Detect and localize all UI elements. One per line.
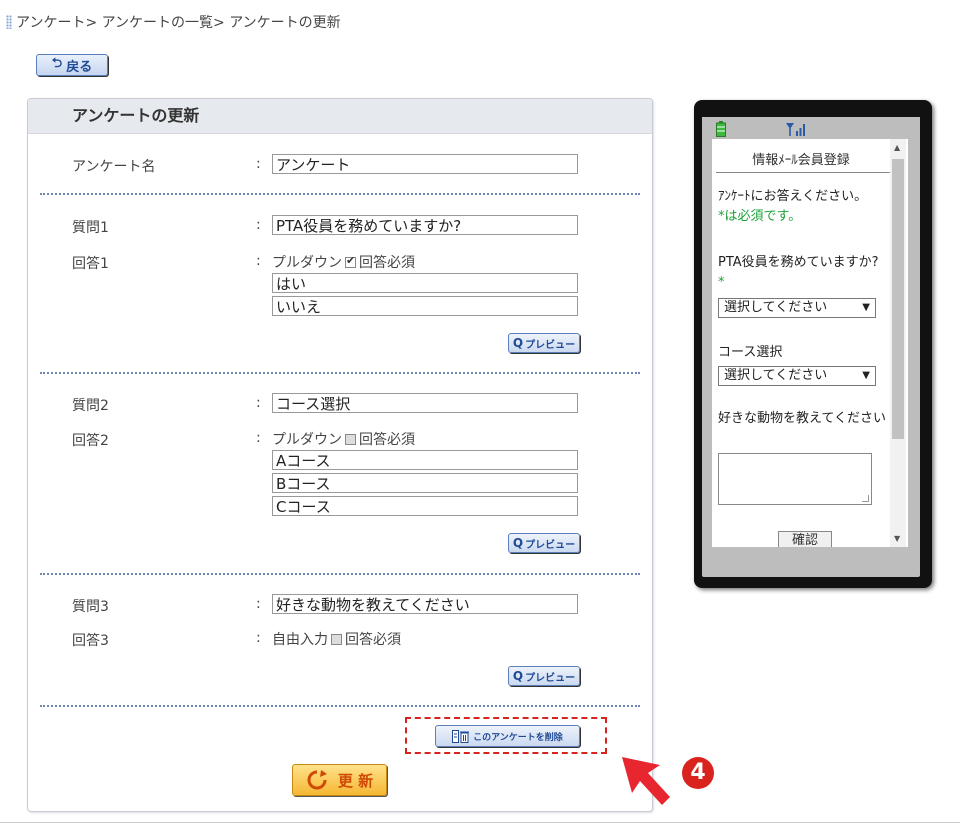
answer-2-required-label: 回答必須 (359, 432, 415, 448)
update-button[interactable]: 更 新 (292, 764, 387, 796)
colon: : (256, 630, 261, 646)
survey-name-input[interactable]: アンケート (272, 154, 578, 174)
mobile-preview: 情報ﾒｰﾙ会員登録 ｱﾝｹｰﾄにお答えください。 *は必須です。 PTA役員を務… (694, 100, 932, 588)
answer-2-type-row: プルダウン 回答必須 (272, 429, 415, 449)
scroll-thumb[interactable] (892, 159, 904, 439)
phone-select-1[interactable]: 選択してください ▼ (718, 298, 876, 318)
colon: : (256, 156, 261, 172)
phone-question-1: PTA役員を務めていますか? * (718, 253, 888, 293)
divider (40, 573, 640, 575)
answer-1-type-row: プルダウン 回答必須 (272, 252, 415, 272)
answer-2-label: 回答2 (72, 433, 109, 449)
phone-form-title: 情報ﾒｰﾙ会員登録 (752, 153, 850, 168)
answer-2-option-1[interactable]: Aコース (272, 450, 578, 470)
delete-highlight-frame: このアンケートを削除 (405, 717, 607, 754)
answer-1-label: 回答1 (72, 256, 109, 272)
phone-question-2: コース選択 (718, 345, 783, 360)
step-number-badge: 4 (682, 757, 714, 789)
answer-1-option-2[interactable]: いいえ (272, 296, 578, 316)
answer-3-label: 回答3 (72, 633, 109, 649)
trash-icon (452, 729, 470, 743)
answer-3-required-checkbox[interactable] (331, 633, 342, 645)
answer-1-type: プルダウン (272, 255, 342, 271)
answer-3-type-row: 自由入力 回答必須 (272, 629, 401, 649)
breadcrumb: アンケート> アンケートの一覧> アンケートの更新 (6, 12, 341, 32)
phone-select-1-value: 選択してください (724, 300, 828, 315)
phone-confirm-button[interactable]: 確認 (778, 531, 832, 547)
question-1-input[interactable]: PTA役員を務めていますか? (272, 215, 578, 235)
phone-screen-frame: 情報ﾒｰﾙ会員登録 ｱﾝｹｰﾄにお答えください。 *は必須です。 PTA役員を務… (702, 117, 920, 577)
breadcrumb-text[interactable]: アンケート> アンケートの一覧> アンケートの更新 (16, 12, 341, 32)
answer-1-required-checkbox[interactable] (345, 254, 356, 268)
phone-intro: ｱﾝｹｰﾄにお答えください。 (718, 189, 868, 204)
dropdown-caret-icon: ▼ (862, 370, 870, 381)
phone-required-mark: * (718, 275, 725, 290)
magnifier-icon: Q (512, 669, 524, 683)
colon: : (256, 596, 261, 612)
panel-title: アンケートの更新 (28, 99, 652, 134)
signal-icon (786, 123, 805, 136)
divider (40, 705, 640, 707)
phone-select-2-value: 選択してください (724, 368, 828, 383)
survey-name-label: アンケート名 (72, 159, 156, 175)
phone-select-2[interactable]: 選択してください ▼ (718, 366, 876, 386)
breadcrumb-grip-icon (6, 15, 12, 29)
question-2-label: 質問2 (72, 398, 109, 414)
divider (40, 372, 640, 374)
colon: : (256, 395, 261, 411)
phone-question-3: 好きな動物を教えてください (718, 411, 886, 426)
preview-button-label: プレビュー (525, 539, 576, 551)
colon: : (256, 253, 261, 269)
delete-survey-button[interactable]: このアンケートを削除 (435, 725, 580, 747)
answer-3-type: 自由入力 (272, 632, 328, 648)
question-1-label: 質問1 (72, 220, 109, 236)
answer-2-option-2[interactable]: Bコース (272, 473, 578, 493)
answer-2-option-3[interactable]: Cコース (272, 496, 578, 516)
answer-3-required-label: 回答必須 (345, 632, 401, 648)
update-button-label: 更 新 (337, 771, 374, 790)
phone-divider (716, 172, 890, 173)
divider (40, 193, 640, 195)
preview-button-label: プレビュー (525, 339, 576, 351)
callout-arrow-icon (622, 757, 670, 805)
phone-scrollbar[interactable]: ▲ ▼ (890, 139, 906, 547)
preview-button-3[interactable]: Q プレビュー (508, 666, 580, 686)
phone-screen: 情報ﾒｰﾙ会員登録 ｱﾝｹｰﾄにお答えください。 *は必須です。 PTA役員を務… (712, 139, 908, 547)
scroll-up-icon[interactable]: ▲ (894, 143, 900, 152)
preview-button-2[interactable]: Q プレビュー (508, 533, 580, 553)
phone-question-1-text: PTA役員を務めていますか? (718, 255, 879, 270)
back-arrow-icon: ⮌ (51, 56, 63, 71)
delete-survey-label: このアンケートを削除 (473, 732, 563, 743)
answer-2-type: プルダウン (272, 432, 342, 448)
battery-icon (716, 121, 726, 137)
preview-button-1[interactable]: Q プレビュー (508, 333, 580, 353)
answer-2-required-checkbox[interactable] (345, 433, 356, 445)
dropdown-caret-icon: ▼ (862, 302, 870, 313)
magnifier-icon: Q (512, 336, 524, 350)
back-button[interactable]: ⮌ 戻る (36, 54, 108, 76)
preview-button-label: プレビュー (525, 672, 576, 684)
magnifier-icon: Q (512, 536, 524, 550)
status-bar (702, 117, 920, 139)
question-3-label: 質問3 (72, 599, 109, 615)
answer-1-option-1[interactable]: はい (272, 273, 578, 293)
colon: : (256, 217, 261, 233)
colon: : (256, 430, 261, 446)
page-bottom-border (0, 822, 960, 823)
phone-required-note: *は必須です。 (718, 209, 802, 224)
back-button-label: 戻る (66, 59, 93, 75)
phone-textarea[interactable] (718, 453, 872, 505)
scroll-down-icon[interactable]: ▼ (894, 534, 900, 543)
question-2-input[interactable]: コース選択 (272, 393, 578, 413)
refresh-icon (307, 770, 327, 790)
answer-1-required-label: 回答必須 (359, 255, 415, 271)
question-3-input[interactable]: 好きな動物を教えてください (272, 594, 578, 614)
